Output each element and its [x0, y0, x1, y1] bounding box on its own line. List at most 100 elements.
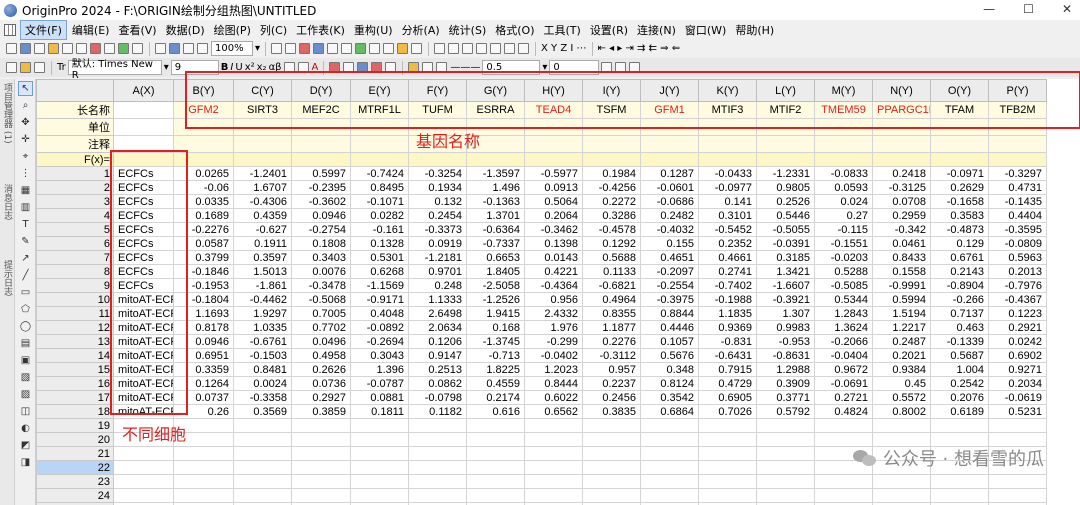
table-cell[interactable]: -0.0203: [814, 250, 873, 265]
table-cell[interactable]: [466, 474, 525, 489]
menu-item[interactable]: 帮助(H): [731, 21, 778, 39]
table-cell[interactable]: -0.4032: [640, 222, 699, 237]
menu-item[interactable]: 查看(V): [114, 21, 160, 39]
table-cell[interactable]: 0.1223: [988, 306, 1047, 321]
pointer-tool-icon[interactable]: ↖: [18, 81, 33, 96]
arrange-icons-label[interactable]: ⇤ ◂ ▸ ⇥ ⇉ ⇇ ⇒ ⇐: [598, 43, 681, 54]
dock-tab[interactable]: 消息日志: [1, 184, 14, 220]
table-cell[interactable]: 0.1292: [582, 236, 641, 251]
table-cell[interactable]: 0.2456: [582, 390, 641, 405]
table-cell[interactable]: 0.8355: [582, 306, 641, 321]
menu-item[interactable]: 统计(S): [445, 21, 491, 39]
meta-cell[interactable]: [466, 152, 525, 167]
region-tool-icon[interactable]: ▤: [18, 336, 33, 351]
table-cell[interactable]: -0.3254: [408, 166, 467, 181]
function-icon[interactable]: [355, 43, 367, 54]
table-cell[interactable]: 0.4824: [814, 404, 873, 419]
table-cell[interactable]: [291, 446, 351, 461]
table-cell[interactable]: -0.627: [233, 222, 292, 237]
table-cell[interactable]: [582, 418, 641, 433]
table-cell[interactable]: [582, 474, 641, 489]
table-cell[interactable]: [466, 418, 525, 433]
table-cell[interactable]: 0.5792: [756, 404, 815, 419]
table-cell[interactable]: -0.5085: [814, 278, 873, 293]
table-cell[interactable]: 0.155: [640, 236, 699, 251]
table-cell[interactable]: 1.3421: [756, 264, 815, 279]
table-cell[interactable]: -0.0971: [930, 166, 989, 181]
table-cell[interactable]: 0.2721: [814, 390, 873, 405]
meta-cell[interactable]: [582, 135, 641, 153]
project-explorer-icon[interactable]: [271, 43, 283, 54]
table-cell[interactable]: 0.3101: [698, 208, 757, 223]
table-cell[interactable]: [640, 432, 699, 447]
menu-item[interactable]: 编辑(E): [68, 21, 114, 39]
statistics-icon[interactable]: [462, 43, 474, 54]
table-cell[interactable]: 0.7702: [291, 320, 351, 335]
plot-icon[interactable]: [518, 43, 530, 54]
meta-row-label[interactable]: 单位: [36, 118, 114, 136]
table-cell[interactable]: -0.0833: [814, 166, 873, 181]
refresh-icon[interactable]: [155, 43, 166, 54]
table-cell[interactable]: 0.2526: [756, 194, 815, 209]
row-number[interactable]: 9: [36, 278, 114, 293]
table-cell[interactable]: 0.4048: [350, 306, 409, 321]
table-cell[interactable]: -0.3297: [988, 166, 1047, 181]
export-icon[interactable]: [118, 43, 129, 54]
menu-item[interactable]: 窗口(W): [681, 21, 730, 39]
matrix-icon[interactable]: [369, 43, 381, 54]
style-icon[interactable]: [20, 62, 31, 73]
table-cell[interactable]: 1.8225: [466, 362, 525, 377]
table-cell[interactable]: -0.8904: [930, 278, 989, 293]
table-cell[interactable]: [872, 474, 931, 489]
table-cell[interactable]: 0.4404: [988, 208, 1047, 223]
set-xyz-label[interactable]: X Y Z I ⋯: [541, 43, 586, 54]
filter-icon[interactable]: [490, 43, 502, 54]
color-tool-icon[interactable]: ◐: [18, 421, 33, 436]
table-cell[interactable]: [291, 460, 351, 475]
table-cell[interactable]: 1.1835: [698, 306, 757, 321]
table-cell[interactable]: [233, 474, 292, 489]
table-cell[interactable]: -1.6607: [756, 278, 815, 293]
table-cell[interactable]: [698, 432, 757, 447]
table-cell[interactable]: -0.1363: [466, 194, 525, 209]
new-graph-icon[interactable]: [34, 43, 45, 54]
minimize-icon[interactable]: —: [983, 2, 995, 16]
table-cell[interactable]: -0.3373: [408, 222, 467, 237]
table-cell[interactable]: -0.0809: [988, 236, 1047, 251]
table-cell[interactable]: 0.2542: [930, 376, 989, 391]
table-cell[interactable]: [640, 418, 699, 433]
table-cell[interactable]: -0.953: [756, 334, 815, 349]
table-cell[interactable]: [524, 432, 583, 447]
table-cell[interactable]: [930, 418, 989, 433]
print-icon[interactable]: [132, 43, 143, 54]
mask-tool-icon[interactable]: ▥: [18, 200, 33, 215]
table-cell[interactable]: 0.1911: [233, 236, 292, 251]
meta-cell[interactable]: [872, 152, 931, 167]
table-cell[interactable]: 1.2023: [524, 362, 583, 377]
table-cell[interactable]: 0.248: [408, 278, 467, 293]
table-cell[interactable]: [524, 474, 583, 489]
table-cell[interactable]: 0.1398: [524, 236, 583, 251]
table-cell[interactable]: 0.6268: [350, 264, 409, 279]
table-cell[interactable]: [930, 488, 989, 503]
table-cell[interactable]: [173, 460, 234, 475]
table-cell[interactable]: 0.4359: [233, 208, 292, 223]
table-cell[interactable]: 0.1328: [350, 236, 409, 251]
table-cell[interactable]: [872, 418, 931, 433]
menu-item[interactable]: 列(C): [256, 21, 291, 39]
row-number[interactable]: 18: [36, 404, 114, 419]
table-cell[interactable]: 0.5994: [872, 292, 931, 307]
table-cell[interactable]: 0.2629: [930, 180, 989, 195]
table-cell[interactable]: -0.5977: [524, 166, 583, 181]
table-cell[interactable]: -0.7424: [350, 166, 409, 181]
meta-cell[interactable]: [988, 135, 1047, 153]
table-cell[interactable]: 0.0076: [291, 264, 351, 279]
table-cell[interactable]: -0.0619: [988, 390, 1047, 405]
table-cell[interactable]: [524, 460, 583, 475]
menu-item[interactable]: 格式(O): [491, 21, 538, 39]
save-icon[interactable]: [62, 43, 73, 54]
region-select-icon[interactable]: ▦: [18, 183, 33, 198]
table-cell[interactable]: 0.5688: [582, 250, 641, 265]
table-cell[interactable]: [698, 474, 757, 489]
table-cell[interactable]: 1.5013: [233, 264, 292, 279]
